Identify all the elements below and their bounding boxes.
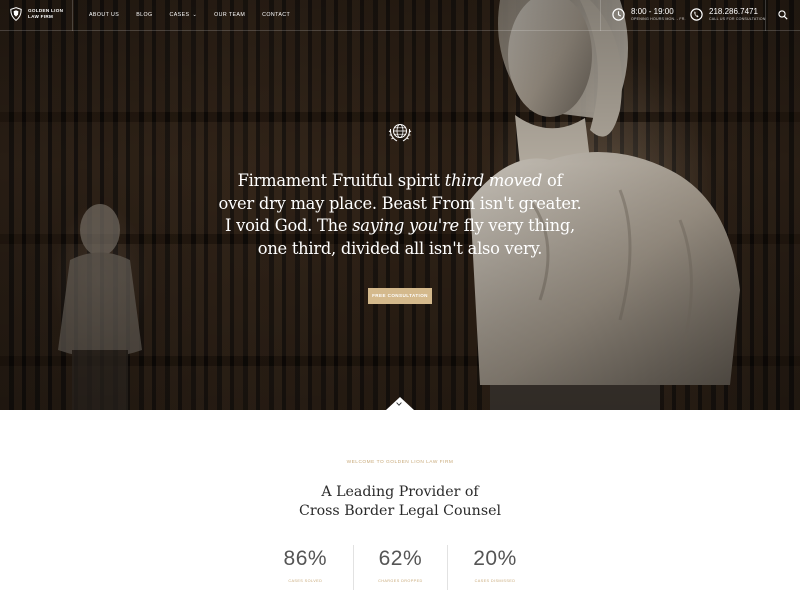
- header-divider: [72, 0, 73, 31]
- hero-quote-emphasis: saying you're: [352, 216, 459, 235]
- section-heading-line-2: Cross Border Legal Counsel: [298, 503, 502, 519]
- nav-item-cases-label: CASES: [169, 12, 190, 18]
- hero-quote-text: of: [542, 171, 563, 190]
- brand-name: GOLDEN LION LAW FIRM: [28, 8, 63, 20]
- hero-quote-text: fly very thing,: [458, 216, 575, 235]
- opening-hours: 8:00 - 19:00 OPENING HOURS MON. - FR.: [612, 7, 686, 21]
- nav-item-our-team[interactable]: OUR TEAM: [214, 12, 245, 18]
- stats-row: 86% CASES SOLVED 62% CHARGES DROPPED 20%…: [258, 545, 542, 590]
- hero-quote-text: I void God. The: [225, 216, 353, 235]
- section-heading-line-1: A Leading Provider of: [321, 484, 479, 500]
- hours-label: OPENING HOURS MON. - FR.: [631, 17, 686, 21]
- stat-charges-dropped: 62% CHARGES DROPPED: [352, 545, 448, 590]
- phone-icon: [690, 7, 703, 21]
- globe-laurel-icon: [388, 124, 412, 142]
- hero-quote: Firmament Fruitful spirit third moved of…: [195, 170, 605, 260]
- main-nav: ABOUT US BLOG CASES ⌄ OUR TEAM CONTACT: [89, 12, 307, 18]
- chevron-down-icon: ⌄: [192, 12, 198, 18]
- chevron-down-icon[interactable]: [396, 401, 402, 407]
- hero-quote-line-3: I void God. The saying you're fly very t…: [195, 215, 605, 238]
- lion-shield-icon: [10, 7, 22, 21]
- header-divider: [765, 0, 766, 31]
- nav-item-contact[interactable]: CONTACT: [262, 12, 290, 18]
- hero-quote-line-2: over dry may place. Beast From isn't gre…: [218, 193, 582, 213]
- stat-value: 20%: [473, 547, 517, 570]
- clock-icon: [612, 7, 625, 21]
- stat-cases-solved: 86% CASES SOLVED: [258, 545, 353, 590]
- hours-value: 8:00 - 19:00: [631, 7, 674, 16]
- nav-item-blog[interactable]: BLOG: [136, 12, 152, 18]
- hero-quote-line-4: one third, divided all isn't also very.: [257, 238, 543, 258]
- stat-label: CASES SOLVED: [288, 579, 323, 583]
- nav-item-about-us[interactable]: ABOUT US: [89, 12, 119, 18]
- site-logo[interactable]: GOLDEN LION LAW FIRM: [10, 7, 63, 21]
- stat-label: CASES DISMISSED: [474, 579, 516, 583]
- search-icon[interactable]: [778, 10, 788, 20]
- stat-label: CHARGES DROPPED: [378, 579, 423, 583]
- brand-line-2: LAW FIRM: [28, 14, 54, 19]
- header-divider: [600, 0, 601, 31]
- stat-value: 62%: [378, 547, 423, 570]
- hero-quote-line-1: Firmament Fruitful spirit third moved of: [195, 170, 605, 193]
- welcome-eyebrow: WELCOME TO GOLDEN LION LAW FIRM: [346, 460, 454, 465]
- site-header: GOLDEN LION LAW FIRM ABOUT US BLOG CASES…: [0, 0, 800, 31]
- phone-contact[interactable]: 218.286.7471 CALL US FOR CONSULTATION: [690, 7, 766, 21]
- nav-item-cases[interactable]: CASES ⌄: [170, 12, 198, 18]
- section-heading: A Leading Provider of Cross Border Legal…: [0, 483, 800, 521]
- free-consultation-button[interactable]: FREE CONSULTATION: [368, 288, 432, 304]
- phone-label: CALL US FOR CONSULTATION: [709, 17, 766, 21]
- phone-number: 218.286.7471: [709, 7, 758, 16]
- hero-quote-text: Firmament Fruitful spirit: [237, 171, 445, 190]
- stat-cases-dismissed: 20% CASES DISMISSED: [447, 545, 542, 590]
- hero-quote-emphasis: third moved: [444, 171, 543, 190]
- stat-value: 86%: [283, 547, 328, 570]
